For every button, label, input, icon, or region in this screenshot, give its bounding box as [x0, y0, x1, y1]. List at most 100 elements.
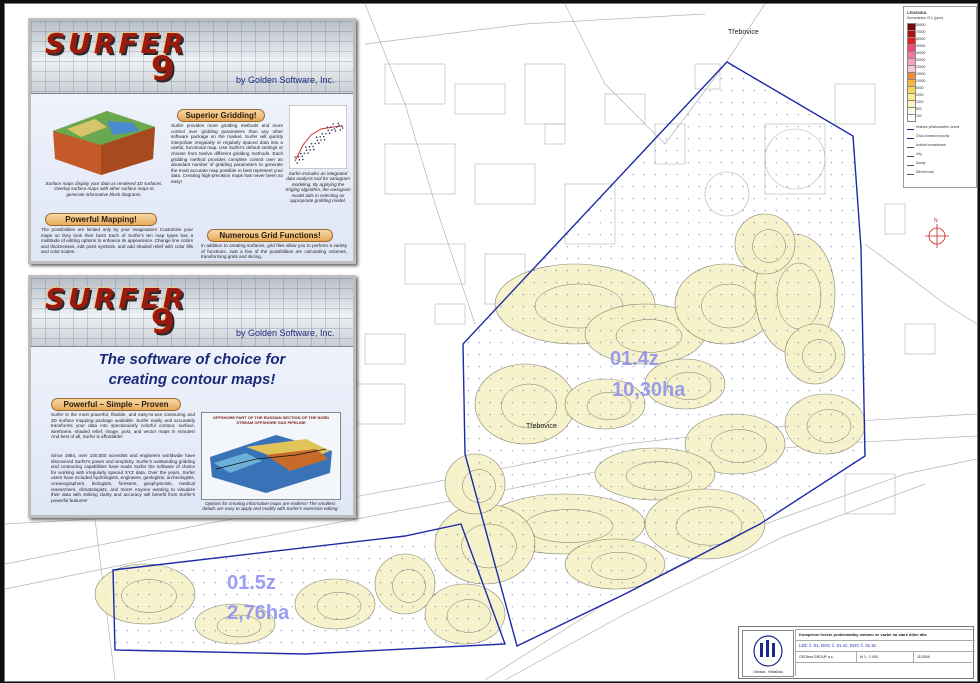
measurement-point: + — [214, 568, 217, 573]
measurement-point: + — [775, 160, 778, 165]
measurement-point: + — [852, 364, 855, 369]
legend-value: 40000 — [916, 51, 926, 55]
measurement-point: + — [698, 112, 701, 117]
measurement-point: + — [764, 508, 767, 513]
measurement-point: + — [610, 208, 613, 213]
map-title: LDC č. 01, DGC č. 01.4z, DGC č. 01.5z — [795, 640, 975, 651]
measurement-point: + — [159, 640, 162, 645]
measurement-point: + — [687, 160, 690, 165]
measurement-point: + — [742, 136, 745, 141]
measurement-point: + — [841, 304, 844, 309]
measurement-point: + — [445, 580, 448, 585]
measurement-point: + — [764, 136, 767, 141]
measurement-point: + — [434, 640, 437, 645]
surfer-version-logo: 9 — [151, 49, 175, 89]
measurement-point: + — [764, 496, 767, 501]
measurement-point: + — [753, 496, 756, 501]
measurement-point: + — [720, 256, 723, 261]
measurement-point: + — [544, 580, 547, 585]
measurement-point: + — [676, 424, 679, 429]
building-outline — [524, 63, 566, 125]
measurement-point: + — [577, 352, 580, 357]
measurement-point: + — [379, 616, 382, 621]
measurement-point: + — [764, 340, 767, 345]
measurement-point: + — [313, 640, 316, 645]
measurement-point: + — [654, 412, 657, 417]
building-outline — [834, 83, 876, 125]
measurement-point: + — [676, 556, 679, 561]
measurement-point: + — [709, 100, 712, 105]
variogram-point — [325, 132, 327, 135]
measurement-point: + — [401, 544, 404, 549]
measurement-point: + — [401, 640, 404, 645]
measurement-point: + — [709, 184, 712, 189]
measurement-point: + — [566, 604, 569, 609]
measurement-point: + — [577, 232, 580, 237]
measurement-point: + — [632, 220, 635, 225]
measurement-point: + — [687, 220, 690, 225]
variogram-point — [321, 133, 324, 135]
measurement-point: + — [676, 280, 679, 285]
measurement-point: + — [632, 424, 635, 429]
measurement-point: + — [852, 256, 855, 261]
measurement-point: + — [819, 148, 822, 153]
measurement-point: + — [192, 580, 195, 585]
measurement-point: + — [786, 400, 789, 405]
measurement-point: + — [544, 568, 547, 573]
measurement-point: + — [775, 388, 778, 393]
measurement-point: + — [841, 172, 844, 177]
map-date: 11/2009 — [913, 651, 975, 662]
measurement-point: + — [709, 220, 712, 225]
measurement-point: + — [753, 172, 756, 177]
legend-symbol-icon — [907, 134, 914, 139]
measurement-point: + — [401, 616, 404, 621]
measurement-point: + — [808, 232, 811, 237]
measurement-point: + — [786, 160, 789, 165]
measurement-point: + — [368, 640, 371, 645]
measurement-point: + — [654, 268, 657, 273]
section-text: Surfer is the most powerful, flexible, a… — [51, 412, 195, 440]
measurement-point: + — [302, 640, 305, 645]
measurement-point: + — [654, 184, 657, 189]
measurement-point: + — [258, 640, 261, 645]
measurement-point: + — [566, 448, 569, 453]
measurement-point: + — [808, 136, 811, 141]
measurement-point: + — [830, 184, 833, 189]
measurement-point: + — [687, 244, 690, 249]
measurement-point: + — [313, 568, 316, 573]
measurement-point: + — [577, 364, 580, 369]
measurement-point: + — [555, 484, 558, 489]
measurement-point: + — [577, 376, 580, 381]
zone-area-label: 2,76ha — [227, 602, 290, 624]
measurement-point: + — [643, 160, 646, 165]
measurement-point: + — [676, 196, 679, 201]
parcel-line — [364, 13, 706, 45]
legend-symbol-icon — [907, 143, 914, 148]
measurement-point: + — [819, 460, 822, 465]
measurement-point: + — [841, 292, 844, 297]
measurement-point: + — [764, 412, 767, 417]
measurement-point: + — [566, 616, 569, 621]
measurement-point: + — [852, 292, 855, 297]
measurement-point: + — [555, 448, 558, 453]
measurement-point: + — [511, 580, 514, 585]
legend-symbol-label: Izolinie koncentrace — [916, 143, 946, 147]
measurement-point: + — [797, 184, 800, 189]
measurement-point: + — [742, 88, 745, 93]
measurement-point: + — [632, 268, 635, 273]
measurement-point: + — [742, 112, 745, 117]
measurement-point: + — [379, 628, 382, 633]
measurement-point: + — [467, 448, 470, 453]
measurement-point: + — [830, 172, 833, 177]
measurement-point: + — [731, 208, 734, 213]
measurement-point: + — [665, 268, 668, 273]
measurement-point: + — [742, 172, 745, 177]
measurement-point: + — [588, 364, 591, 369]
measurement-point: + — [555, 604, 558, 609]
measurement-point: + — [632, 196, 635, 201]
measurement-point: + — [500, 328, 503, 333]
measurement-point: + — [599, 436, 602, 441]
measurement-point: + — [467, 376, 470, 381]
measurement-point: + — [786, 472, 789, 477]
measurement-point: + — [742, 148, 745, 153]
